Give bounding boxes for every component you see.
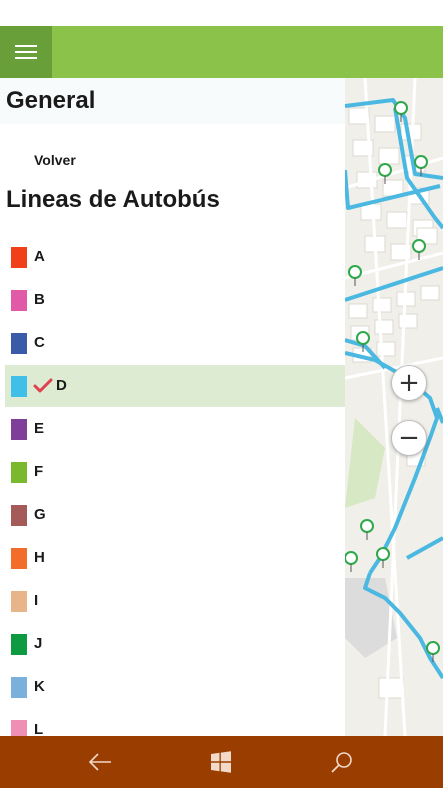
line-label: C xyxy=(34,334,45,351)
line-item-d[interactable]: D xyxy=(5,365,345,407)
line-color-swatch xyxy=(11,247,27,268)
line-color-swatch xyxy=(11,333,27,354)
line-color-swatch xyxy=(11,720,27,736)
line-color-swatch xyxy=(11,677,27,698)
line-item-c[interactable]: C xyxy=(5,322,345,364)
search-button[interactable] xyxy=(326,746,358,778)
hamburger-icon xyxy=(15,45,37,47)
zoom-in-button[interactable]: + xyxy=(391,365,427,401)
line-item-k[interactable]: K xyxy=(5,666,345,708)
line-label: F xyxy=(34,463,44,480)
line-label: J xyxy=(34,635,43,652)
back-arrow-icon xyxy=(88,753,111,771)
line-item-b[interactable]: B xyxy=(5,279,345,321)
line-color-swatch xyxy=(11,634,27,655)
back-link[interactable]: Volver xyxy=(34,152,76,168)
system-nav-bar xyxy=(0,736,443,788)
line-item-i[interactable]: I xyxy=(5,580,345,622)
map-canvas xyxy=(345,78,443,736)
map-view[interactable]: + − xyxy=(345,78,443,736)
line-label: A xyxy=(34,248,45,265)
line-label: H xyxy=(34,549,45,566)
lines-title: Lineas de Autobús xyxy=(6,186,220,213)
minus-icon: − xyxy=(398,423,420,453)
line-label: L xyxy=(34,721,44,736)
line-label: G xyxy=(34,506,46,523)
line-color-swatch xyxy=(11,290,27,311)
line-color-swatch xyxy=(11,419,27,440)
line-label: D xyxy=(56,377,67,394)
hamburger-menu-button[interactable] xyxy=(0,26,52,78)
line-label: I xyxy=(34,592,39,609)
general-title: General xyxy=(6,87,96,114)
search-icon xyxy=(331,752,352,773)
checkmark-icon xyxy=(33,378,53,393)
line-item-a[interactable]: A xyxy=(5,236,345,278)
line-item-g[interactable]: G xyxy=(5,494,345,536)
line-color-swatch xyxy=(11,505,27,526)
side-panel: General Volver Lineas de Autobús A B C D… xyxy=(0,78,345,736)
status-bar xyxy=(0,0,443,26)
plus-icon: + xyxy=(398,368,420,398)
line-item-e[interactable]: E xyxy=(5,408,345,450)
line-color-swatch xyxy=(11,462,27,483)
line-item-f[interactable]: F xyxy=(5,451,345,493)
start-button[interactable] xyxy=(205,746,237,778)
line-item-l[interactable]: L xyxy=(5,709,345,736)
line-label: K xyxy=(34,678,45,695)
line-color-swatch xyxy=(11,591,27,612)
zoom-out-button[interactable]: − xyxy=(391,420,427,456)
line-color-swatch xyxy=(11,548,27,569)
line-label: B xyxy=(34,291,45,308)
line-item-h[interactable]: H xyxy=(5,537,345,579)
back-button[interactable] xyxy=(84,746,116,778)
line-item-j[interactable]: J xyxy=(5,623,345,665)
general-section-header: General xyxy=(0,78,345,124)
line-color-swatch xyxy=(11,376,27,397)
app-bar xyxy=(0,26,443,78)
windows-logo-icon xyxy=(211,751,231,773)
line-label: E xyxy=(34,420,45,437)
